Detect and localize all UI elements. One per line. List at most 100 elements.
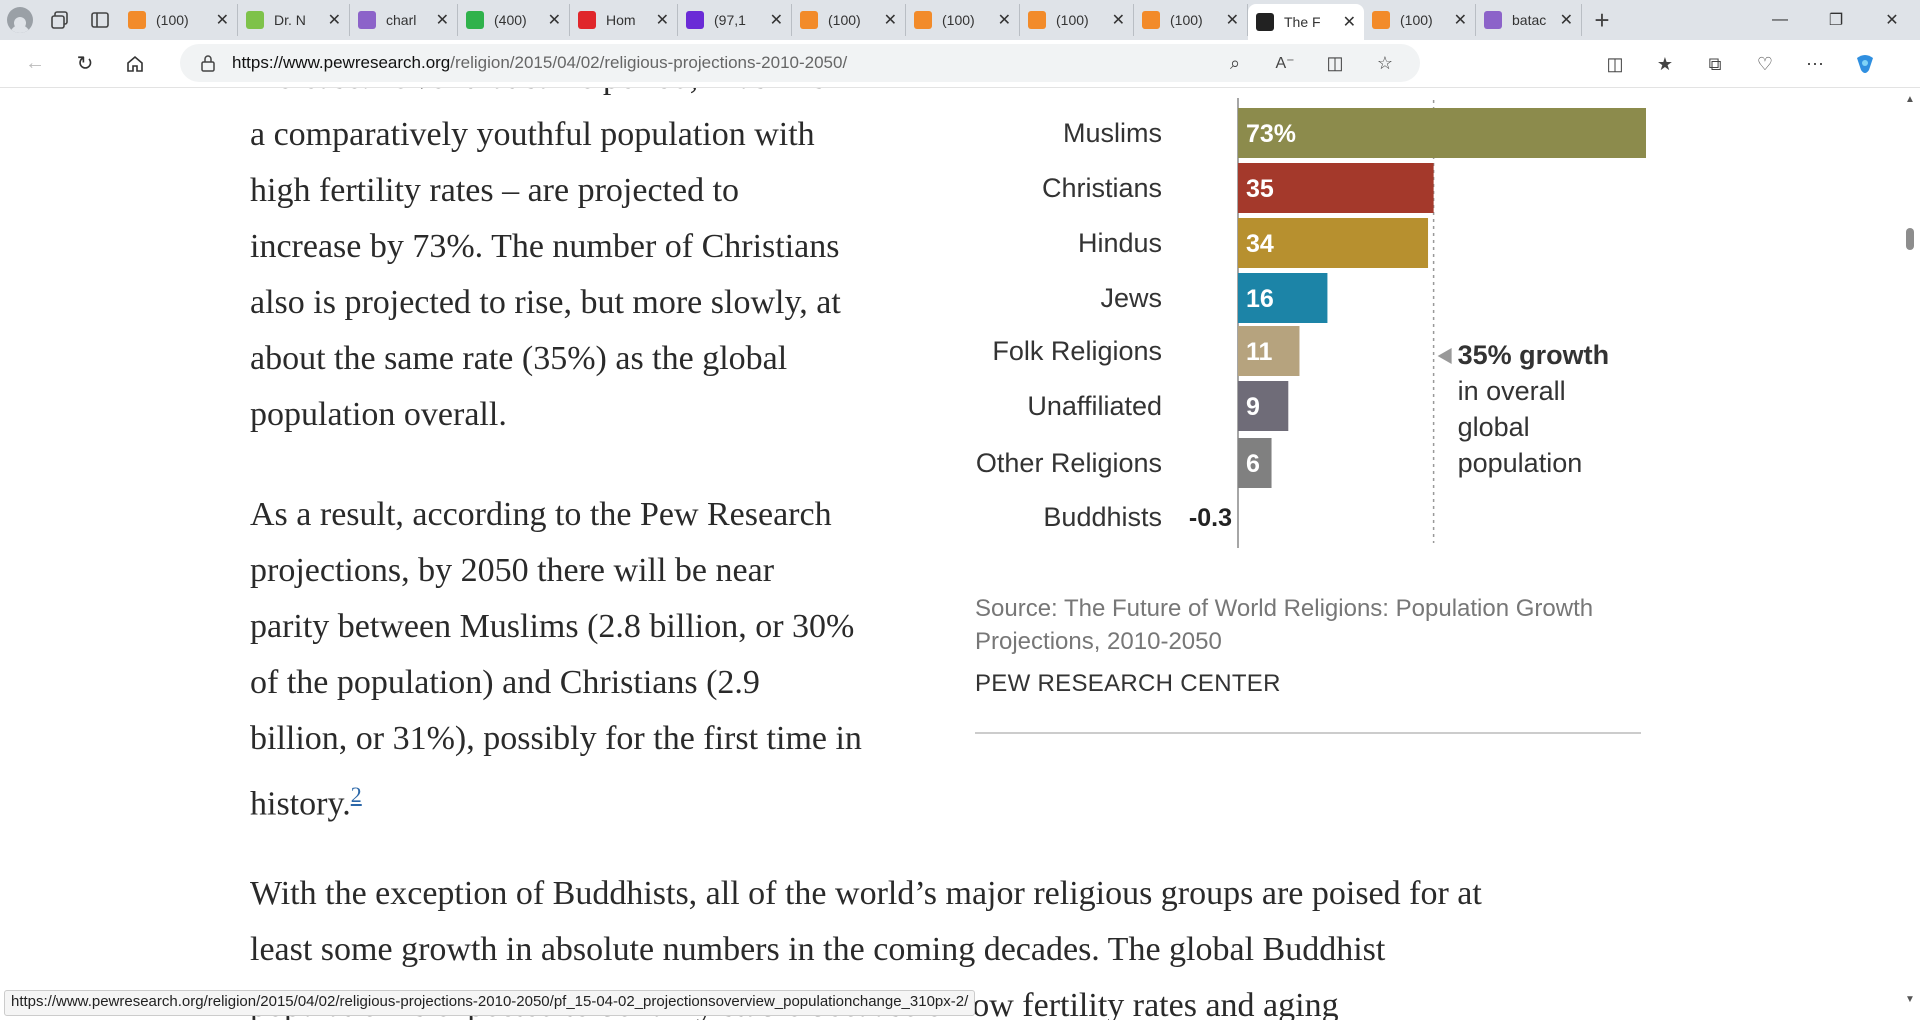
- text-line: projections, by 2050 there will be near: [250, 552, 775, 589]
- paragraph-1: a comparatively youthful population with…: [250, 107, 841, 443]
- tab-close-icon[interactable]: ✕: [884, 10, 897, 30]
- text-line: history.: [250, 785, 351, 823]
- tab-close-icon[interactable]: ✕: [328, 10, 341, 30]
- browser-tab[interactable]: (97,1 ✕: [678, 4, 792, 36]
- category-label: Muslims: [1063, 118, 1162, 148]
- link-status-bar: https://www.pewresearch.org/religion/201…: [4, 990, 976, 1016]
- browser-tab[interactable]: (100) ✕: [1020, 4, 1134, 36]
- bar-value-label: 9: [1246, 393, 1260, 421]
- tab-close-icon[interactable]: ✕: [216, 10, 229, 30]
- back-button[interactable]: ←: [10, 44, 60, 84]
- tab-favicon-icon: [466, 11, 484, 29]
- browser-tab[interactable]: (100) ✕: [120, 4, 238, 36]
- tab-title: (100): [156, 12, 189, 28]
- tab-favicon-icon: [358, 11, 376, 29]
- text-line: about the same rate (35%) as the global: [250, 340, 788, 377]
- text-line: of the population) and Christians (2.9: [250, 664, 760, 701]
- favorite-star-icon[interactable]: ☆: [1360, 43, 1410, 83]
- tab-favicon-icon: [128, 11, 146, 29]
- browser-tab[interactable]: (100) ✕: [906, 4, 1020, 36]
- profile-avatar[interactable]: [0, 0, 40, 40]
- browser-tab[interactable]: (100) ✕: [1134, 4, 1248, 36]
- browser-tab[interactable]: (400) ✕: [458, 4, 570, 36]
- tab-close-icon[interactable]: ✕: [1226, 10, 1239, 30]
- tab-actions-icon[interactable]: [80, 0, 120, 40]
- tab-close-icon[interactable]: ✕: [1343, 12, 1356, 32]
- tab-title: Hom: [606, 12, 636, 28]
- bar-value-label: 11: [1246, 338, 1273, 366]
- vertical-scrollbar[interactable]: ▲ ▼: [1900, 88, 1920, 1020]
- tab-favicon-icon: [1484, 11, 1502, 29]
- category-label: Jews: [1100, 283, 1162, 313]
- tab-close-icon[interactable]: ✕: [656, 10, 669, 30]
- text-line: population overall.: [250, 396, 507, 433]
- address-bar[interactable]: https://www.pewresearch.org/religion/201…: [180, 44, 1420, 82]
- browser-tab[interactable]: (100) ✕: [1364, 4, 1476, 36]
- copilot-icon[interactable]: [1840, 44, 1890, 84]
- tab-favicon-icon: [1142, 11, 1160, 29]
- text-line: parity between Muslims (2.8 billion, or …: [250, 608, 855, 645]
- tab-favicon-icon: [1372, 11, 1390, 29]
- category-label: Buddhists: [1043, 502, 1162, 532]
- navigation-bar: ← ↻ https://www.pewresearch.org/religion…: [0, 40, 1920, 88]
- bar: [1238, 108, 1646, 158]
- bar-value-label: -0.3: [1189, 504, 1232, 532]
- new-tab-button[interactable]: +: [1582, 0, 1622, 40]
- tab-close-icon[interactable]: ✕: [1112, 10, 1125, 30]
- tab-title: (100): [1400, 12, 1433, 28]
- more-menu-icon[interactable]: ⋯: [1790, 44, 1840, 84]
- browser-tab[interactable]: The F ✕: [1248, 4, 1364, 40]
- home-button[interactable]: [110, 44, 160, 84]
- scroll-thumb[interactable]: [1906, 228, 1914, 250]
- tab-close-icon[interactable]: ✕: [1454, 10, 1467, 30]
- tab-favicon-icon: [800, 11, 818, 29]
- workspaces-icon[interactable]: [40, 0, 80, 40]
- reference-annotation: global: [1458, 412, 1530, 442]
- browser-tab[interactable]: Dr. N ✕: [238, 4, 350, 36]
- home-icon: [127, 55, 143, 72]
- chart-divider: [975, 732, 1641, 734]
- text-line: billion, or 31%), possibly for the first…: [250, 720, 862, 757]
- bar-value-label: 73%: [1246, 120, 1296, 148]
- paragraph-1-cutoff: increase.¹ Over that same period, Muslim…: [250, 88, 851, 106]
- scroll-down-icon[interactable]: ▼: [1905, 994, 1915, 1005]
- restore-button[interactable]: ❐: [1808, 0, 1864, 40]
- tab-close-icon[interactable]: ✕: [436, 10, 449, 30]
- category-label: Other Religions: [976, 448, 1162, 478]
- growth-bar-chart: Muslims 73% Christians 35 Hindus 34 Jews 16 Folk…: [976, 98, 1646, 548]
- lock-icon: [201, 55, 215, 72]
- tab-close-icon[interactable]: ✕: [548, 10, 561, 30]
- tab-close-icon[interactable]: ✕: [1560, 10, 1573, 30]
- zoom-icon[interactable]: ⌕: [1210, 43, 1260, 83]
- tab-close-icon[interactable]: ✕: [770, 10, 783, 30]
- text-line: high fertility rates – are projected to: [250, 172, 740, 209]
- browser-tab[interactable]: batac ✕: [1476, 4, 1582, 36]
- browser-tab[interactable]: charl ✕: [350, 4, 458, 36]
- tab-close-icon[interactable]: ✕: [998, 10, 1011, 30]
- tab-title: charl: [386, 12, 417, 28]
- tab-title: (100): [1056, 12, 1089, 28]
- text-line: also is projected to rise, but more slow…: [250, 284, 841, 321]
- read-aloud-icon[interactable]: A⁻: [1260, 43, 1310, 83]
- reference-annotation: population: [1458, 448, 1583, 478]
- tab-title: (97,1: [714, 12, 746, 28]
- bar-value-label: 16: [1246, 285, 1274, 313]
- favorites-icon[interactable]: ★: [1640, 44, 1690, 84]
- close-window-button[interactable]: ✕: [1864, 0, 1920, 40]
- browser-essentials-icon[interactable]: ♡: [1740, 44, 1790, 84]
- refresh-button[interactable]: ↻: [60, 44, 110, 84]
- annotation-pointer-icon: [1437, 348, 1452, 364]
- tab-title: (400): [494, 12, 527, 28]
- browser-tab[interactable]: Hom ✕: [570, 4, 678, 36]
- browser-tab[interactable]: (100) ✕: [792, 4, 906, 36]
- collections-icon[interactable]: ⧉: [1690, 44, 1740, 84]
- minimize-button[interactable]: —: [1752, 0, 1808, 40]
- tab-title: Dr. N: [274, 12, 306, 28]
- split-screen-icon[interactable]: ◫: [1590, 44, 1640, 84]
- url-path: /religion/2015/04/02/religious-projectio…: [450, 53, 848, 72]
- tab-favicon-icon: [578, 11, 596, 29]
- scroll-up-icon[interactable]: ▲: [1905, 94, 1915, 105]
- immersive-reader-icon[interactable]: ◫: [1310, 43, 1360, 83]
- text-line: With the exception of Buddhists, all of …: [250, 875, 1482, 912]
- footnote-link[interactable]: 2: [351, 782, 362, 807]
